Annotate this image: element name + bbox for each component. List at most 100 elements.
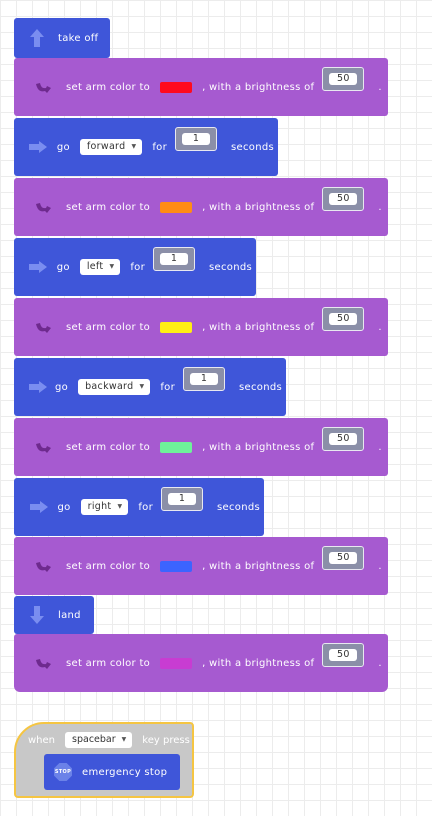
arrow-down-icon <box>22 606 52 624</box>
brightness-value[interactable]: 50 <box>329 193 358 205</box>
brightness-value[interactable]: 50 <box>329 313 358 325</box>
chevron-down-icon: ▼ <box>121 736 127 743</box>
brightness-input[interactable]: 50 <box>322 67 365 91</box>
when-label: when <box>28 734 56 746</box>
go-block[interactable]: go right ▼ for 1 seconds <box>14 478 264 536</box>
for-label: for <box>130 261 146 273</box>
go-block[interactable]: go backward ▼ for 1 seconds <box>14 358 286 416</box>
duration-input[interactable]: 1 <box>175 127 218 151</box>
go-label: go <box>56 261 70 273</box>
end-dot: . <box>378 201 382 213</box>
stop-sign-icon: STOP <box>54 763 72 781</box>
brightness-input[interactable]: 50 <box>322 307 365 331</box>
color-swatch[interactable] <box>160 201 193 213</box>
seconds-label: seconds <box>231 141 274 153</box>
arrow-right-icon <box>28 501 50 513</box>
brightness-value[interactable]: 50 <box>329 433 358 445</box>
direction-value: right <box>87 501 112 512</box>
go-block[interactable]: go forward ▼ for 1 seconds <box>14 118 278 176</box>
key-press-event-block[interactable]: when spacebar ▼ key press STOP emergency … <box>14 722 194 798</box>
brightness-input[interactable]: 50 <box>322 187 365 211</box>
end-dot: . <box>378 321 382 333</box>
set-arm-color-block[interactable]: set arm color to , with a brightness of … <box>14 537 388 595</box>
direction-value: left <box>86 261 104 272</box>
go-label: go <box>55 381 69 393</box>
chevron-down-icon: ▼ <box>117 503 123 510</box>
arm-icon <box>28 80 58 94</box>
duration-value[interactable]: 1 <box>190 373 219 385</box>
brightness-input[interactable]: 50 <box>322 427 365 451</box>
color-swatch[interactable] <box>160 657 193 669</box>
color-swatch[interactable] <box>160 321 193 333</box>
set-arm-color-label: set arm color to <box>66 321 151 333</box>
brightness-label: , with a brightness of <box>202 657 315 669</box>
arm-icon <box>28 656 58 670</box>
seconds-label: seconds <box>217 501 260 513</box>
arm-icon <box>28 440 58 454</box>
land-block[interactable]: land <box>14 596 94 634</box>
seconds-label: seconds <box>239 381 282 393</box>
for-label: for <box>152 141 168 153</box>
set-arm-color-label: set arm color to <box>66 81 151 93</box>
emergency-stop-label: emergency stop <box>82 766 168 778</box>
direction-dropdown[interactable]: backward ▼ <box>78 379 151 395</box>
set-arm-color-block[interactable]: set arm color to , with a brightness of … <box>14 298 388 356</box>
direction-dropdown[interactable]: forward ▼ <box>79 139 143 155</box>
brightness-input[interactable]: 50 <box>322 546 365 570</box>
chevron-down-icon: ▼ <box>139 383 145 390</box>
arm-icon <box>28 559 58 573</box>
land-label: land <box>58 609 81 621</box>
arrow-right-icon <box>28 381 47 393</box>
color-swatch[interactable] <box>160 560 193 572</box>
brightness-value[interactable]: 50 <box>329 552 358 564</box>
arrow-right-icon <box>28 261 49 273</box>
direction-dropdown[interactable]: right ▼ <box>80 499 129 515</box>
duration-input[interactable]: 1 <box>153 247 196 271</box>
set-arm-color-block[interactable]: set arm color to , with a brightness of … <box>14 634 388 692</box>
key-value: spacebar <box>72 734 116 745</box>
event-header: when spacebar ▼ key press <box>28 732 190 748</box>
key-dropdown[interactable]: spacebar ▼ <box>65 732 133 748</box>
brightness-label: , with a brightness of <box>202 321 315 333</box>
brightness-label: , with a brightness of <box>202 201 315 213</box>
go-block[interactable]: go left ▼ for 1 seconds <box>14 238 256 296</box>
arm-icon <box>28 320 58 334</box>
take-off-label: take off <box>58 32 99 44</box>
stop-icon-text: STOP <box>54 763 72 781</box>
set-arm-color-block[interactable]: set arm color to , with a brightness of … <box>14 178 388 236</box>
brightness-label: , with a brightness of <box>202 81 315 93</box>
direction-value: backward <box>85 381 134 392</box>
brightness-value[interactable]: 50 <box>329 73 358 85</box>
set-arm-color-label: set arm color to <box>66 657 151 669</box>
set-arm-color-label: set arm color to <box>66 201 151 213</box>
seconds-label: seconds <box>209 261 252 273</box>
take-off-block[interactable]: take off <box>14 18 110 58</box>
color-swatch[interactable] <box>160 81 193 93</box>
duration-value[interactable]: 1 <box>168 493 197 505</box>
arrow-up-icon <box>22 29 52 47</box>
duration-input[interactable]: 1 <box>183 367 226 391</box>
set-arm-color-block[interactable]: set arm color to , with a brightness of … <box>14 58 388 116</box>
emergency-stop-block[interactable]: STOP emergency stop <box>44 754 180 790</box>
for-label: for <box>160 381 176 393</box>
go-label: go <box>56 141 70 153</box>
arm-icon <box>28 200 58 214</box>
color-swatch[interactable] <box>160 441 193 453</box>
duration-input[interactable]: 1 <box>161 487 204 511</box>
end-dot: . <box>378 81 382 93</box>
key-press-label: key press <box>142 734 190 746</box>
set-arm-color-block[interactable]: set arm color to , with a brightness of … <box>14 418 388 476</box>
brightness-value[interactable]: 50 <box>329 649 358 661</box>
for-label: for <box>138 501 154 513</box>
direction-dropdown[interactable]: left ▼ <box>79 259 121 275</box>
go-label: go <box>57 501 71 513</box>
brightness-input[interactable]: 50 <box>322 643 365 667</box>
set-arm-color-label: set arm color to <box>66 441 151 453</box>
duration-value[interactable]: 1 <box>160 253 189 265</box>
chevron-down-icon: ▼ <box>131 143 137 150</box>
end-dot: . <box>378 560 382 572</box>
arrow-right-icon <box>28 141 49 153</box>
duration-value[interactable]: 1 <box>182 133 211 145</box>
chevron-down-icon: ▼ <box>109 263 115 270</box>
end-dot: . <box>378 441 382 453</box>
